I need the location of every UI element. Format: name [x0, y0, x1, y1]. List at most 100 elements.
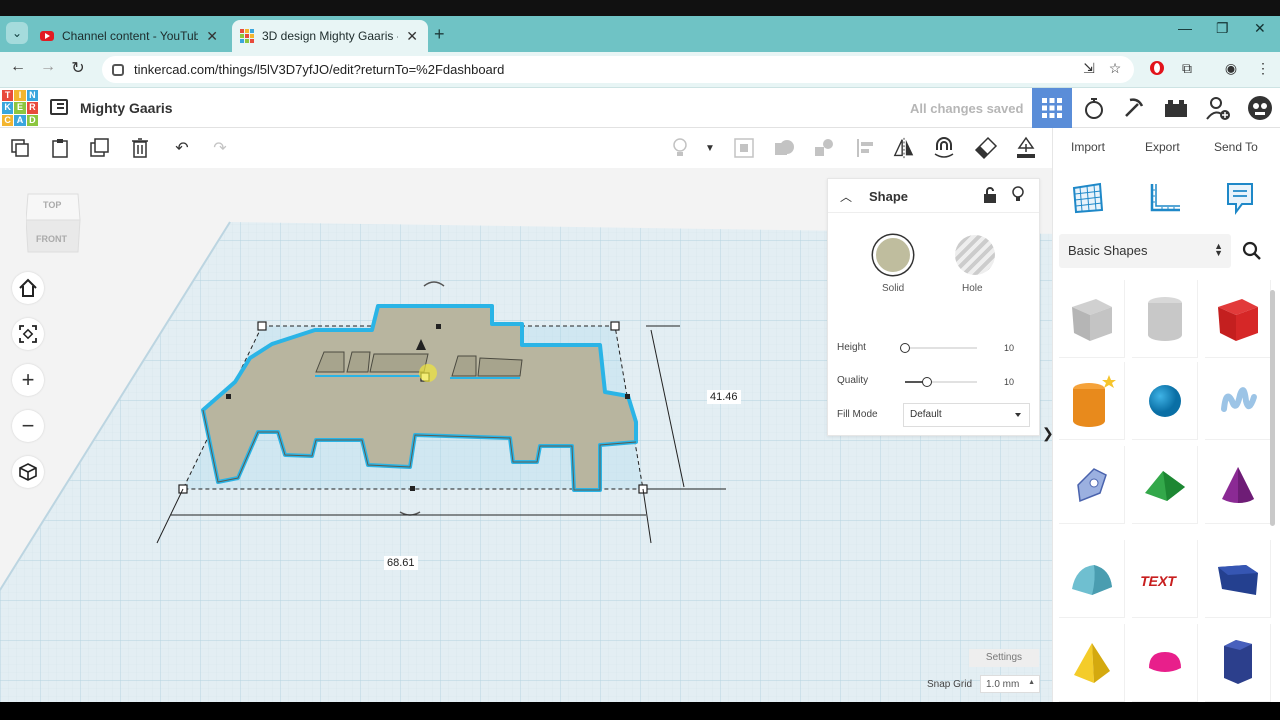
fit-view-button[interactable] — [12, 318, 44, 350]
restore-button[interactable]: ❐ — [1216, 20, 1229, 37]
send-to-button[interactable]: Send To — [1214, 140, 1258, 154]
ruler-icon[interactable] — [974, 136, 998, 160]
half-sphere-shape[interactable] — [1132, 624, 1198, 702]
shapes-scrollbar[interactable] — [1270, 290, 1275, 526]
sim-lab-button[interactable] — [1074, 88, 1114, 128]
close-window-button[interactable]: ✕ — [1254, 20, 1266, 37]
view-cube-top-label[interactable]: TOP — [43, 200, 61, 210]
cruise-magnet-icon[interactable] — [932, 136, 956, 160]
add-collaborator-button[interactable] — [1198, 88, 1238, 128]
perspective-toggle-button[interactable] — [12, 456, 44, 488]
youtube-favicon-icon — [40, 31, 54, 41]
redo-icon[interactable]: ↷ — [208, 136, 232, 160]
ungroup-icon[interactable] — [812, 136, 836, 160]
reload-icon[interactable]: ↻ — [66, 58, 90, 78]
height-slider-knob[interactable] — [900, 343, 910, 353]
notes-dropdown-icon[interactable]: ▼ — [698, 136, 722, 160]
ruler-tool-button[interactable] — [1144, 178, 1184, 218]
duplicate-icon[interactable] — [88, 136, 112, 160]
tab-close-icon[interactable]: ✕ — [206, 28, 218, 45]
quality-slider-knob[interactable] — [921, 377, 932, 387]
snap-grid-select[interactable]: 1.0 mm ▲ — [980, 675, 1040, 693]
mirror-icon[interactable] — [892, 136, 916, 160]
new-tab-button[interactable]: + — [434, 24, 445, 45]
drop-to-workplane-icon[interactable] — [1014, 136, 1038, 160]
cylinder-hole-shape[interactable] — [1132, 280, 1198, 358]
red-box-shape[interactable] — [1205, 280, 1271, 358]
import-button[interactable]: Import — [1071, 140, 1105, 154]
back-arrow-icon[interactable]: ← — [6, 58, 30, 76]
undo-icon[interactable]: ↶ — [170, 136, 194, 160]
workplane-icon[interactable] — [732, 136, 756, 160]
sphere-shape[interactable] — [1132, 362, 1198, 440]
group-icon[interactable] — [772, 136, 796, 160]
height-slider[interactable] — [900, 343, 977, 353]
extensions-puzzle-icon[interactable]: ⧉ — [1178, 60, 1196, 78]
width-dimension-label[interactable]: 68.61 — [384, 556, 418, 570]
opera-extension-icon[interactable] — [1148, 60, 1166, 78]
tab-close-icon[interactable]: ✕ — [406, 28, 418, 45]
install-app-icon[interactable]: ⇲ — [1080, 60, 1098, 78]
design-list-icon[interactable] — [50, 99, 68, 115]
workplane-tool-button[interactable] — [1068, 178, 1108, 218]
browser-menu-icon[interactable]: ⋮ — [1254, 60, 1272, 78]
profile-icon[interactable]: ◉ — [1222, 60, 1240, 78]
design-title[interactable]: Mighty Gaaris — [80, 100, 173, 116]
wedge-shape[interactable] — [1205, 540, 1271, 618]
shape-library-select[interactable]: Basic Shapes ▲ ▼ — [1059, 234, 1231, 268]
hexagonal-prism-shape[interactable] — [1205, 624, 1271, 702]
tinkercad-logo[interactable]: T I N K E R C A D — [2, 90, 38, 126]
collapse-chevron-icon[interactable]: ︿ — [840, 188, 852, 205]
roof-shape[interactable] — [1132, 446, 1198, 524]
view-cube-front-label[interactable]: FRONT — [36, 234, 67, 244]
bookmark-star-icon[interactable]: ☆ — [1106, 60, 1124, 78]
tab-search-menu-button[interactable]: ⌄ — [6, 22, 28, 44]
align-icon[interactable] — [854, 136, 878, 160]
visibility-lightbulb-icon[interactable] — [1011, 185, 1025, 203]
view-cube[interactable]: TOP FRONT — [25, 188, 81, 254]
quality-slider[interactable] — [905, 377, 977, 387]
cone-shape[interactable] — [1205, 446, 1271, 524]
notes-tool-button[interactable] — [1220, 178, 1260, 218]
notes-lightbulb-icon[interactable] — [668, 136, 692, 160]
shape-search-button[interactable] — [1237, 236, 1267, 266]
box-shape[interactable] — [1059, 280, 1125, 358]
settings-button[interactable]: Settings — [969, 649, 1039, 667]
search-icon — [1242, 241, 1261, 260]
logo-letter: A — [14, 114, 26, 126]
export-button[interactable]: Export — [1145, 140, 1180, 154]
app-root: ⌄ Channel content - YouTube Studio ✕ 3D … — [0, 0, 1280, 720]
cylinder-shape[interactable] — [1059, 362, 1125, 440]
pyramid-shape[interactable] — [1059, 624, 1125, 702]
zoom-in-button[interactable]: + — [12, 364, 44, 396]
address-bar[interactable]: tinkercad.com/things/l5lV3D7yfJO/edit?re… — [102, 56, 1134, 83]
forward-arrow-icon[interactable]: → — [36, 58, 60, 76]
user-avatar[interactable] — [1240, 88, 1280, 128]
bricks-button[interactable] — [1156, 88, 1196, 128]
delete-trash-icon[interactable] — [128, 136, 152, 160]
ruler-l-icon — [1150, 184, 1180, 212]
solid-color-swatch[interactable] — [873, 235, 913, 275]
scribble-shape[interactable] — [1205, 362, 1271, 440]
round-roof-shape[interactable] — [1059, 540, 1125, 618]
depth-dimension-label[interactable]: 41.46 — [707, 390, 741, 404]
3d-view-grid-button[interactable] — [1032, 88, 1072, 128]
tab-youtube-studio[interactable]: Channel content - YouTube Studio ✕ — [32, 20, 228, 52]
tab-tinkercad[interactable]: 3D design Mighty Gaaris - Tinkercad ✕ — [232, 20, 428, 52]
home-view-button[interactable] — [12, 272, 44, 304]
fill-mode-select[interactable]: Default — [903, 403, 1030, 427]
paste-icon[interactable] — [48, 136, 72, 160]
site-info-icon[interactable] — [112, 63, 124, 76]
lock-icon[interactable] — [983, 187, 997, 203]
avatar-icon — [1248, 96, 1272, 120]
zoom-out-button[interactable]: − — [12, 410, 44, 442]
logo-letter: T — [2, 90, 14, 102]
minimize-button[interactable]: — — [1178, 20, 1192, 36]
favorite-star-icon — [1101, 374, 1116, 388]
hole-swatch[interactable] — [955, 235, 995, 275]
text-shape[interactable]: TEXT — [1132, 540, 1198, 618]
screen-bottom-strip — [0, 702, 1280, 720]
copy-icon[interactable] — [8, 136, 32, 160]
minecraft-pickaxe-button[interactable] — [1114, 88, 1154, 128]
polygon-shape[interactable] — [1059, 446, 1125, 524]
